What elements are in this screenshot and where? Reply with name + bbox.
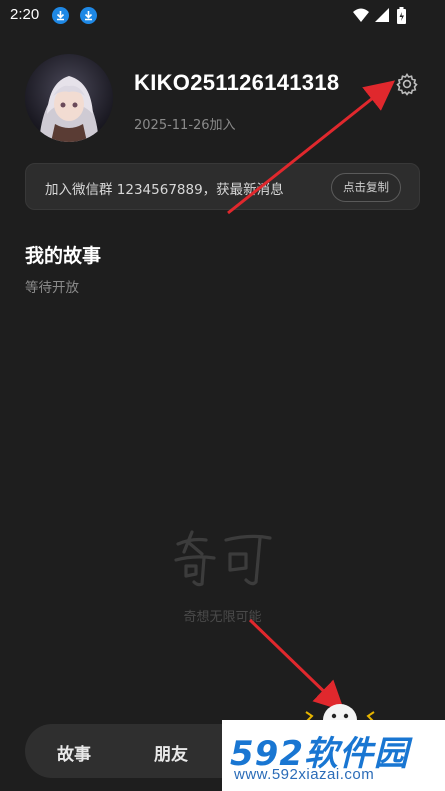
join-date: 2025-11-26加入: [134, 118, 236, 133]
status-bar: 2:20: [0, 0, 445, 32]
system-status-icons: [353, 7, 406, 24]
avatar[interactable]: [25, 54, 113, 142]
section-title: 我的故事: [25, 245, 102, 267]
download-icon: [80, 7, 97, 24]
signal-icon: [375, 8, 389, 22]
section-subtitle: 等待开放: [25, 280, 79, 296]
copy-button[interactable]: 点击复制: [331, 173, 401, 202]
app-slogan: 奇想无限可能: [183, 610, 262, 625]
wifi-icon: [353, 8, 369, 22]
watermark: 592软件园 www.592xiazai.com: [222, 720, 445, 791]
nav-tab-stories[interactable]: 故事: [57, 740, 91, 765]
watermark-url: www.592xiazai.com: [234, 766, 375, 783]
status-time: 2:20: [10, 6, 40, 23]
wechat-group-text: 加入微信群 1234567889，获最新消息: [45, 182, 284, 198]
download-icon: [52, 7, 69, 24]
battery-icon: [397, 7, 406, 24]
username: KIKO251126141318: [134, 70, 340, 95]
wechat-group-banner: 加入微信群 1234567889，获最新消息 点击复制: [25, 163, 420, 210]
nav-tab-friends[interactable]: 朋友: [154, 740, 188, 765]
app-logo: [174, 530, 272, 587]
gear-icon[interactable]: [395, 72, 419, 96]
arrow-to-mascot: [248, 618, 345, 712]
